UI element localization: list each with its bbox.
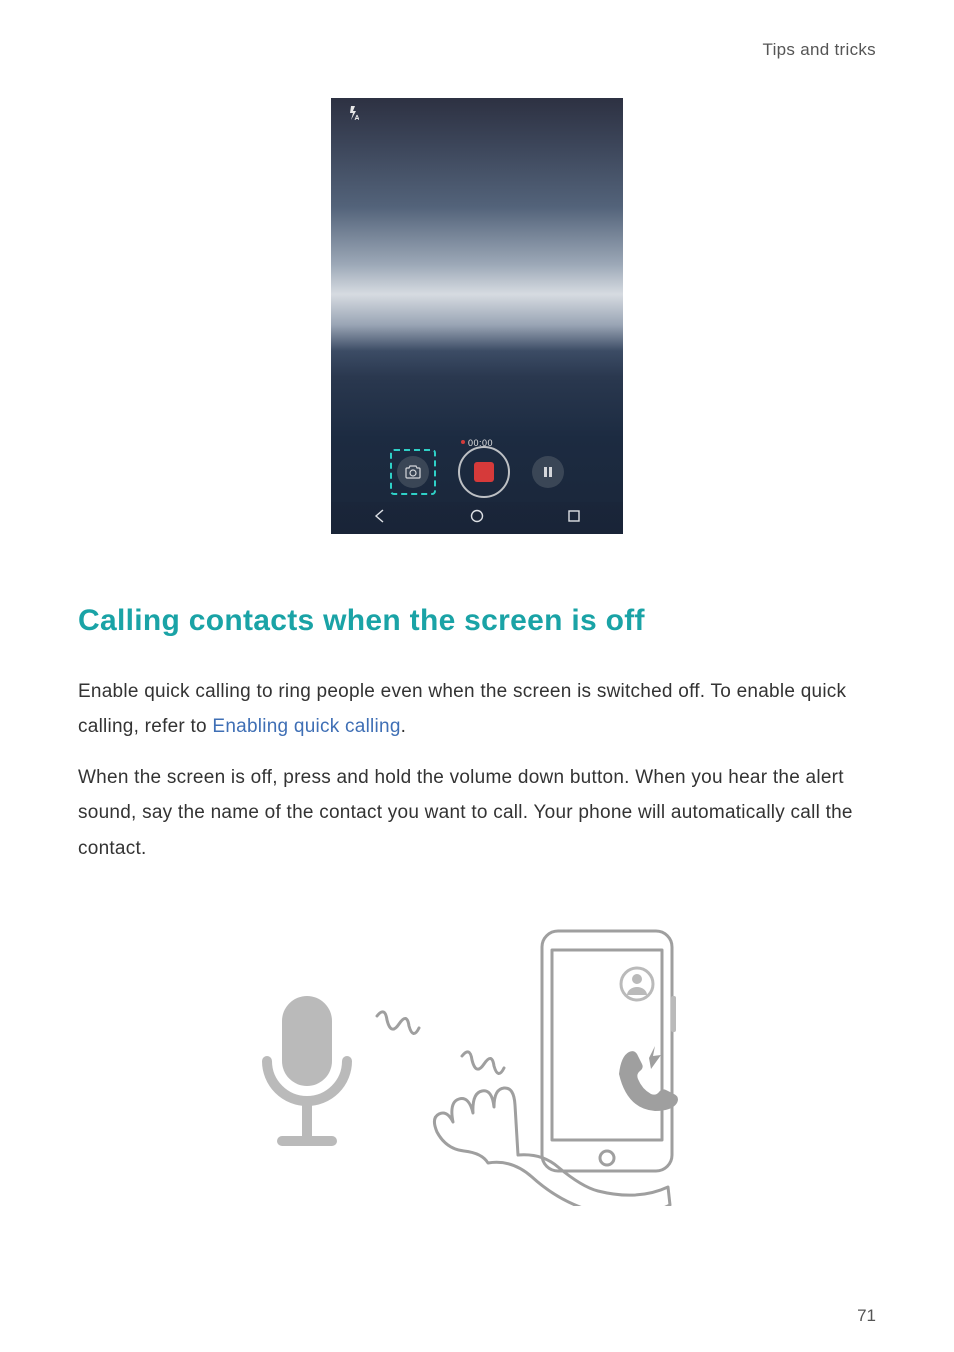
motion-lines-icon [377,1012,504,1074]
phone-outline-icon [542,931,678,1171]
paragraph-1: Enable quick calling to ring people even… [78,674,876,744]
paragraph-2: When the screen is off, press and hold t… [78,760,876,865]
stop-record-icon [474,462,494,482]
page-number: 71 [857,1306,876,1326]
snapshot-button[interactable] [397,456,429,488]
highlighted-snapshot-button [390,449,436,495]
pause-icon [543,466,553,478]
pause-button[interactable] [532,456,564,488]
paragraph-1-text-b: . [401,716,407,737]
camera-recording-screenshot: 00:00 [331,98,623,534]
header-section-label: Tips and tricks [78,40,876,60]
document-page: Tips and tricks 00:00 [0,0,954,1352]
recording-indicator-dot [461,440,465,444]
flash-auto-icon [347,106,359,120]
nav-back-icon[interactable] [373,509,387,528]
quick-call-icon [619,1046,678,1111]
quick-call-illustration [247,906,707,1206]
section-heading: Calling contacts when the screen is off [78,604,876,638]
figure-screenshot-container: 00:00 [78,98,876,534]
pause-button-slot [532,456,564,488]
camera-controls-row [331,446,623,498]
nav-home-icon[interactable] [470,509,484,528]
microphone-icon [267,996,347,1141]
enabling-quick-calling-link[interactable]: Enabling quick calling [212,716,400,737]
avatar-icon [621,968,653,1000]
record-button[interactable] [458,446,510,498]
camera-icon [405,465,421,479]
record-button-slot [458,446,510,498]
android-navbar [331,502,623,534]
flash-auto-icon [347,106,359,122]
figure-illustration-container [78,906,876,1206]
paragraph-1-text-a: Enable quick calling to ring people even… [78,681,846,737]
nav-recents-icon[interactable] [567,509,581,528]
